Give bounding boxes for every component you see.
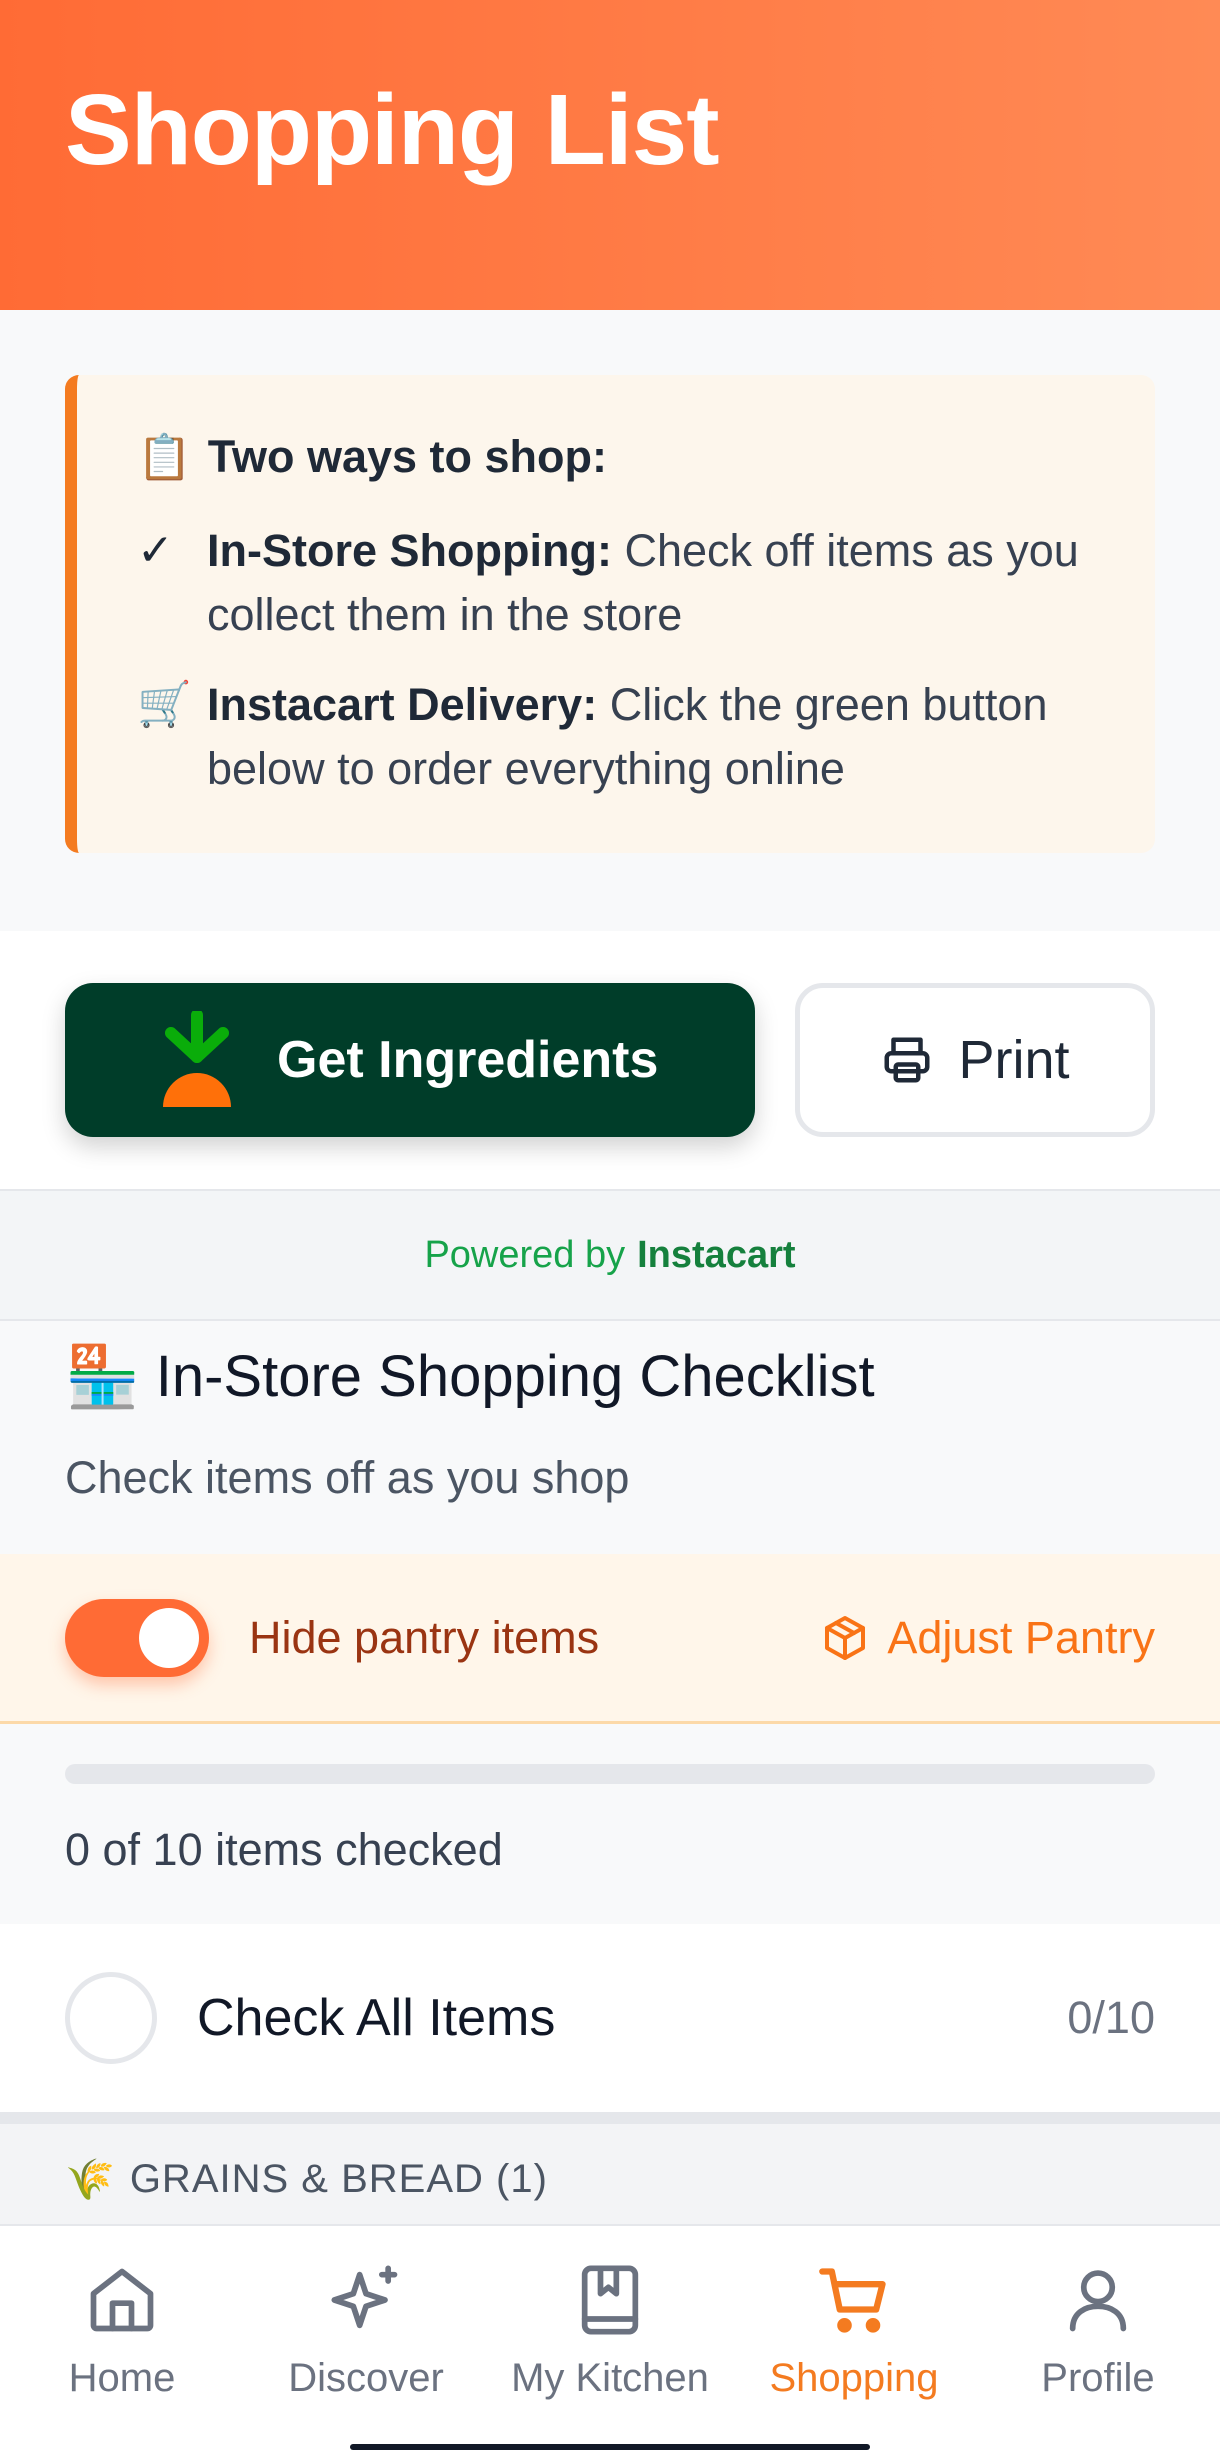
info-instore-bold: In-Store Shopping:: [207, 525, 612, 576]
package-icon: [825, 1615, 866, 1660]
print-label: Print: [958, 1030, 1070, 1090]
nav-my-kitchen[interactable]: My Kitchen: [488, 2226, 732, 2450]
book-icon: [581, 2265, 639, 2335]
pantry-bar: Hide pantry items Adjust Pantry: [0, 1554, 1220, 1724]
nav-home-label: Home: [68, 2356, 176, 2400]
check-all-checkbox[interactable]: [65, 1972, 157, 2064]
header: Shopping List: [0, 0, 1220, 310]
home-indicator: [350, 2444, 870, 2450]
nav-discover[interactable]: Discover: [244, 2226, 488, 2450]
info-delivery-text: Instacart Delivery: Click the green butt…: [207, 673, 1095, 801]
progress-bar: [65, 1764, 1155, 1784]
home-icon: [90, 2268, 154, 2332]
checklist-title: 🏪 In-Store Shopping Checklist: [65, 1341, 1155, 1412]
nav-my-kitchen-label: My Kitchen: [511, 2356, 709, 2400]
checkmark-icon: ✓: [137, 526, 174, 575]
checklist-header: 🏪 In-Store Shopping Checklist Check item…: [0, 1321, 1220, 1554]
user-icon: [1069, 2270, 1127, 2332]
bottom-nav: Home Discover My Kitchen Shopping Profil…: [0, 2224, 1220, 2450]
powered-by-instacart: Powered by Instacart: [0, 1189, 1220, 1321]
nav-home[interactable]: Home: [0, 2226, 244, 2450]
nav-shopping[interactable]: Shopping: [732, 2226, 976, 2450]
nav-discover-label: Discover: [288, 2356, 444, 2400]
hide-pantry-toggle[interactable]: [65, 1598, 209, 1677]
get-ingredients-label: Get Ingredients: [277, 1031, 659, 1089]
powered-by-prefix: Powered by: [424, 1233, 626, 1276]
check-all-label: Check All Items: [197, 1989, 556, 2047]
info-delivery-bold: Instacart Delivery:: [207, 679, 598, 730]
category-label: GRAINS & BREAD (1): [129, 2156, 548, 2201]
action-buttons: Get Ingredients Print: [0, 931, 1220, 1189]
info-box: 📋 Two ways to shop: ✓ In-Store Shopping:…: [65, 375, 1155, 853]
powered-by-brand: Instacart: [637, 1233, 796, 1276]
info-section: 📋 Two ways to shop: ✓ In-Store Shopping:…: [0, 310, 1220, 931]
info-row-delivery: 🛒 Instacart Delivery: Click the green bu…: [137, 673, 1095, 801]
info-row-instore: ✓ In-Store Shopping: Check off items as …: [137, 519, 1095, 647]
instacart-carrot-icon: [163, 1011, 231, 1107]
page-title: Shopping List: [65, 74, 720, 186]
get-ingredients-button[interactable]: Get Ingredients: [65, 983, 755, 1137]
nav-shopping-label: Shopping: [769, 2356, 939, 2400]
wheat-icon: 🌾: [65, 2157, 116, 2202]
clipboard-icon: 📋: [137, 433, 192, 482]
info-title: 📋 Two ways to shop:: [137, 431, 1095, 483]
cart-icon: [819, 2268, 886, 2333]
checklist-title-text: In-Store Shopping Checklist: [155, 1344, 875, 1409]
info-instore-text: In-Store Shopping: Check off items as yo…: [207, 519, 1095, 647]
printer-icon: [884, 1037, 930, 1083]
adjust-pantry-label: Adjust Pantry: [887, 1611, 1155, 1663]
nav-profile-label: Profile: [1041, 2356, 1155, 2400]
adjust-pantry-button[interactable]: Adjust Pantry: [821, 1612, 1155, 1664]
checklist-subtitle: Check items off as you shop: [65, 1452, 630, 1503]
progress-text: 0 of 10 items checked: [65, 1824, 503, 1875]
sparkle-icon: [331, 2265, 398, 2329]
nav-profile[interactable]: Profile: [976, 2226, 1220, 2450]
store-icon: 🏪: [65, 1343, 140, 1410]
progress-section: 0 of 10 items checked: [0, 1724, 1220, 1924]
check-all-count: 0/10: [1067, 1992, 1155, 2043]
info-title-text: Two ways to shop:: [207, 431, 607, 482]
print-button[interactable]: Print: [795, 983, 1155, 1137]
toggle-knob: [139, 1607, 199, 1668]
check-all-row[interactable]: Check All Items 0/10: [0, 1924, 1220, 2124]
cart-emoji-icon: 🛒: [137, 680, 192, 729]
category-header-grains[interactable]: 🌾 GRAINS & BREAD (1): [0, 2124, 1220, 2234]
hide-pantry-label: Hide pantry items: [249, 1611, 600, 1663]
